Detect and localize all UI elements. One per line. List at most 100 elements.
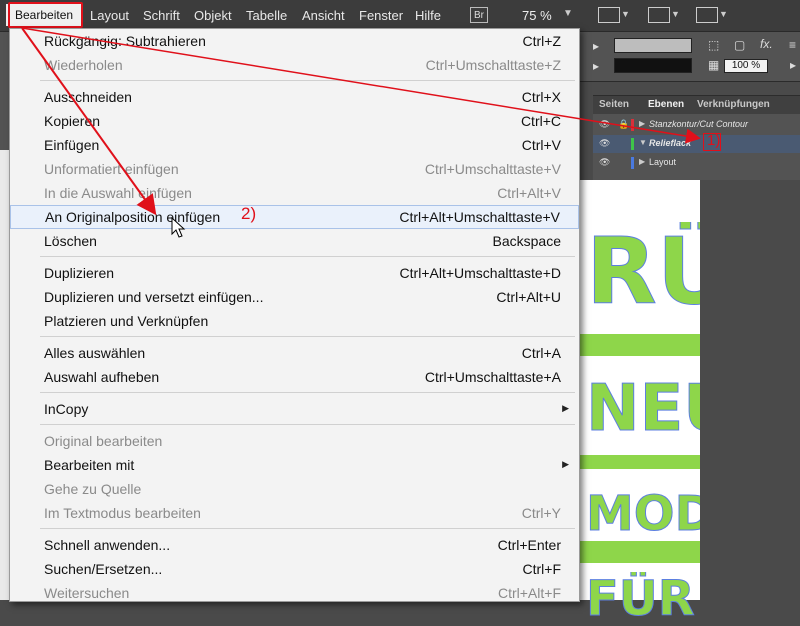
menu-item-original-bearbeiten: Original bearbeiten <box>10 429 579 453</box>
menu-item-schnell-anwenden[interactable]: Schnell anwenden... Ctrl+Enter <box>10 533 579 557</box>
menu-item-shortcut: Ctrl+A <box>521 345 561 361</box>
menu-item-rückgängig-subtrahieren[interactable]: Rückgängig: Subtrahieren Ctrl+Z <box>10 29 579 53</box>
expand-triangle-icon[interactable]: ▶ <box>639 119 645 128</box>
canvas-text-line[interactable]: FÜR A <box>586 572 700 626</box>
tab-seiten[interactable]: Seiten <box>599 99 629 110</box>
layer-row-selected[interactable]: 👁 ▼ Relieflack <box>593 135 800 153</box>
bridge-button[interactable]: Br <box>470 7 488 23</box>
green-band <box>578 334 700 356</box>
menu-ansicht[interactable]: Ansicht <box>302 8 345 23</box>
chevron-down-icon[interactable]: ▼ <box>563 8 573 19</box>
stepper-icon[interactable]: ▸ <box>593 39 599 53</box>
menu-item-einfügen[interactable]: Einfügen Ctrl+V <box>10 133 579 157</box>
menu-item-label: Suchen/Ersetzen... <box>44 561 163 577</box>
menu-item-shortcut: Ctrl+Alt+Umschalttaste+D <box>399 265 561 281</box>
chevron-down-icon[interactable]: ▼ <box>621 9 630 19</box>
green-band <box>578 541 700 563</box>
tab-verknuepfungen[interactable]: Verknüpfungen <box>697 99 770 110</box>
menu-item-shortcut: Ctrl+C <box>520 113 561 129</box>
menu-item-label: InCopy <box>44 401 89 417</box>
stroke-weight-field[interactable] <box>614 38 692 53</box>
menu-item-ausschneiden[interactable]: Ausschneiden Ctrl+X <box>10 85 579 109</box>
chevron-down-icon[interactable]: ▼ <box>719 9 728 19</box>
menu-item-löschen[interactable]: Löschen Backspace <box>10 229 579 253</box>
menu-item-shortcut: Ctrl+Alt+U <box>496 289 561 305</box>
menu-item-kopieren[interactable]: Kopieren Ctrl+C <box>10 109 579 133</box>
screen-mode-icon[interactable] <box>648 7 670 23</box>
menu-item-incopy[interactable]: InCopy ▶ <box>10 397 579 421</box>
pasteboard <box>700 180 800 600</box>
menu-separator <box>40 336 575 337</box>
eye-icon[interactable]: 👁 <box>599 119 610 130</box>
menu-layout[interactable]: Layout <box>90 8 129 23</box>
layer-row[interactable]: 👁 ▶ Layout <box>593 154 800 172</box>
menu-icon[interactable]: ≡ <box>789 38 796 52</box>
menu-item-shortcut: Ctrl+Enter <box>497 537 561 553</box>
menu-item-shortcut: Ctrl+Alt+F <box>497 585 561 601</box>
annotation-highlight-box <box>8 2 83 28</box>
canvas-text-line[interactable]: MODE <box>586 487 700 541</box>
menu-item-alles-auswählen[interactable]: Alles auswählen Ctrl+A <box>10 341 579 365</box>
menu-item-wiederholen: Wiederholen Ctrl+Umschalttaste+Z <box>10 53 579 77</box>
submenu-arrow-icon: ▶ <box>562 403 569 413</box>
tab-ebenen[interactable]: Ebenen <box>648 99 684 110</box>
corner-icon[interactable]: ▢ <box>734 38 745 52</box>
menu-item-label: Duplizieren <box>44 265 115 281</box>
menu-item-shortcut: Ctrl+V <box>521 137 561 153</box>
menu-fenster[interactable]: Fenster <box>359 8 403 23</box>
lock-icon[interactable]: 🔒 <box>618 119 629 130</box>
menu-schrift[interactable]: Schrift <box>143 8 180 23</box>
menu-item-duplizieren-und-versetzt-einfügen[interactable]: Duplizieren und versetzt einfügen... Ctrl… <box>10 285 579 309</box>
eye-icon[interactable]: 👁 <box>599 138 610 149</box>
menu-separator <box>40 256 575 257</box>
canvas-text-line[interactable]: RÜN <box>586 222 700 322</box>
arrange-documents-icon[interactable] <box>696 7 718 23</box>
menu-item-an-originalposition-einfügen[interactable]: An Originalposition einfügen Ctrl+Alt+Ums… <box>10 205 579 229</box>
chevron-down-icon[interactable]: ▼ <box>671 9 680 19</box>
opacity-field[interactable]: 100 % <box>724 59 768 73</box>
fx-icon[interactable]: fx. <box>760 37 773 51</box>
layer-name: Stanzkontur/Cut Contour <box>649 119 749 129</box>
menu-item-label: Kopieren <box>44 113 101 129</box>
opacity-icon[interactable]: ▦ <box>708 58 719 72</box>
menu-item-label: Platzieren und Verknüpfen <box>44 313 209 329</box>
menu-tabelle[interactable]: Tabelle <box>246 8 287 23</box>
collapse-triangle-icon[interactable]: ▼ <box>639 138 647 147</box>
menu-item-suchen-ersetzen[interactable]: Suchen/Ersetzen... Ctrl+F <box>10 557 579 581</box>
canvas-text-line[interactable]: NEU <box>586 374 700 444</box>
edit-menu-dropdown: Rückgängig: Subtrahieren Ctrl+Z Wiederhole… <box>9 28 580 602</box>
menu-item-auswahl-aufheben[interactable]: Auswahl aufheben Ctrl+Umschalttaste+A <box>10 365 579 389</box>
menu-item-label: Weitersuchen <box>44 585 130 601</box>
annotation-step-1: 1) <box>707 132 721 149</box>
menu-item-platzieren-und-verknüpfen[interactable]: Platzieren und Verknüpfen <box>10 309 579 333</box>
menu-item-bearbeiten-mit[interactable]: Bearbeiten mit ▶ <box>10 453 579 477</box>
menu-separator <box>40 528 575 529</box>
menu-item-label: Alles auswählen <box>44 345 146 361</box>
layer-color-swatch <box>631 138 634 150</box>
expand-triangle-icon[interactable]: ▶ <box>639 157 645 166</box>
layer-name: Layout <box>649 157 677 167</box>
menu-item-label: Gehe zu Quelle <box>44 481 142 497</box>
green-band <box>578 455 700 469</box>
menu-item-label: An Originalposition einfügen <box>45 209 221 225</box>
frame-fitting-icon[interactable]: ⬚ <box>708 38 719 52</box>
menu-item-shortcut: Ctrl+Y <box>521 505 561 521</box>
stepper-icon[interactable]: ▸ <box>593 59 599 73</box>
stroke-type-field[interactable] <box>614 58 692 73</box>
layer-color-swatch <box>631 119 634 131</box>
eye-icon[interactable]: 👁 <box>599 157 610 168</box>
menu-objekt[interactable]: Objekt <box>194 8 232 23</box>
zoom-level[interactable]: 75 % <box>522 8 552 23</box>
annotation-step-2: 2) <box>241 204 257 223</box>
menu-hilfe[interactable]: Hilfe <box>415 8 441 23</box>
chevron-right-icon[interactable]: ▸ <box>790 58 796 72</box>
menu-item-label: Original bearbeiten <box>44 433 163 449</box>
layer-row[interactable]: 👁 🔒 ▶ Stanzkontur/Cut Contour <box>593 116 800 134</box>
menu-item-label: Löschen <box>44 233 97 249</box>
panel-tabs: Seiten Ebenen Verknüpfungen <box>593 96 800 114</box>
menu-item-shortcut: Ctrl+Umschalttaste+A <box>424 369 561 385</box>
menu-item-shortcut: Ctrl+Alt+Umschalttaste+V <box>399 209 560 225</box>
menu-item-shortcut: Ctrl+F <box>522 561 562 577</box>
menu-item-duplizieren[interactable]: Duplizieren Ctrl+Alt+Umschalttaste+D <box>10 261 579 285</box>
view-options-icon[interactable] <box>598 7 620 23</box>
